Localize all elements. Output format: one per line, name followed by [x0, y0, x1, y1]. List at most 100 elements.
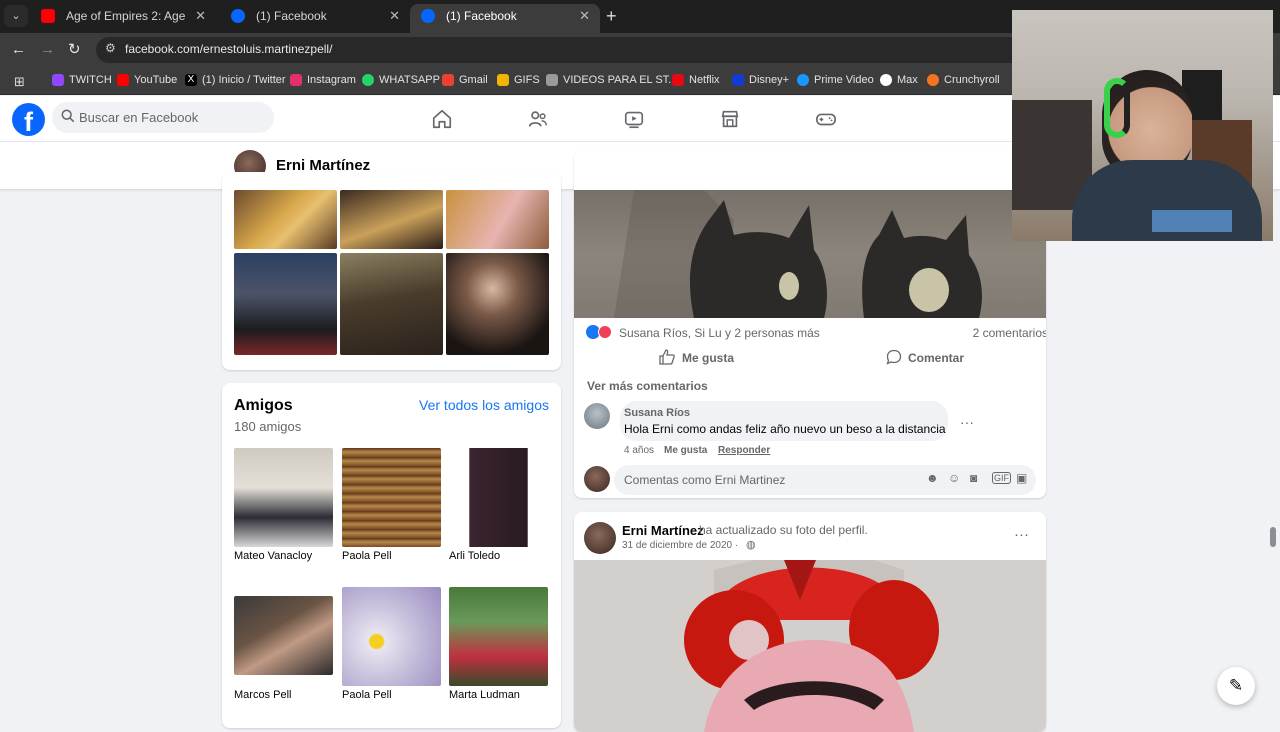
marketplace-icon[interactable] — [719, 108, 741, 130]
youtube-icon — [41, 9, 55, 23]
facebook-icon — [231, 9, 245, 23]
close-tab-icon[interactable]: ✕ — [195, 4, 206, 28]
gif-icon[interactable]: GIF — [992, 472, 1011, 484]
bookmark-twitch[interactable]: TWITCH — [52, 73, 112, 87]
friends-title: Amigos — [234, 397, 293, 414]
tab-title: (1) Facebook — [256, 9, 327, 23]
bookmark-disney[interactable]: Disney+ — [732, 73, 789, 87]
see-all-friends-link[interactable]: Ver todos los amigos — [419, 397, 549, 413]
bookmark-gmail[interactable]: Gmail — [442, 73, 488, 87]
photo-thumbnail[interactable] — [234, 253, 337, 355]
post-options-icon[interactable]: ··· — [1014, 526, 1029, 543]
tab-facebook-2[interactable]: (1) Facebook ✕ — [410, 4, 600, 33]
more-comments-link[interactable]: Ver más comentarios — [587, 379, 708, 393]
friends-count: 180 amigos — [234, 419, 302, 434]
friend-photo[interactable] — [449, 587, 548, 686]
like-button[interactable]: Me gusta — [659, 348, 749, 368]
address-bar[interactable]: ⚙ facebook.com/ernestoluis.martinezpell/ — [96, 37, 1036, 63]
comment-reply-link[interactable]: Responder — [718, 445, 770, 456]
scrollbar-thumb[interactable] — [1270, 527, 1276, 547]
comment-author[interactable]: Susana Ríos — [624, 407, 690, 419]
facebook-logo[interactable]: f — [12, 103, 45, 137]
bookmark-label: TWITCH — [69, 74, 112, 86]
facebook-icon — [421, 9, 435, 23]
comment-text: Hola Erni como andas feliz año nuevo un … — [624, 422, 946, 436]
friend-name[interactable]: Paola Pell — [342, 550, 392, 562]
bookmark-youtube[interactable]: YouTube — [117, 73, 177, 87]
bookmark-whatsapp[interactable]: WHATSAPP — [362, 73, 440, 87]
comment-icon — [886, 349, 902, 365]
post-image[interactable] — [574, 190, 1046, 318]
post-author[interactable]: Erni Martínez — [622, 523, 704, 538]
commenter-avatar[interactable] — [584, 403, 610, 429]
bookmark-label: Netflix — [689, 74, 720, 86]
bookmark-videos[interactable]: VIDEOS PARA EL ST... — [546, 73, 677, 87]
video-icon[interactable] — [623, 108, 645, 130]
comment-time[interactable]: 4 años — [624, 445, 654, 456]
bookmark-label: YouTube — [134, 74, 178, 86]
forward-icon[interactable]: → — [40, 40, 55, 60]
bookmark-gifs[interactable]: GIFS — [497, 73, 540, 87]
emoji-icon[interactable]: ☺ — [948, 471, 960, 485]
bookmark-label: WHATSAPP — [379, 74, 440, 86]
friend-photo[interactable] — [234, 596, 333, 675]
avatar-sticker-icon[interactable]: ☻ — [926, 471, 939, 485]
tab-facebook-1[interactable]: (1) Facebook ✕ — [220, 4, 410, 33]
comment-like-link[interactable]: Me gusta — [664, 445, 707, 456]
new-tab-button[interactable]: + — [606, 6, 617, 26]
search-box[interactable]: Buscar en Facebook — [52, 102, 274, 133]
friend-photo[interactable] — [342, 587, 441, 686]
friend-name[interactable]: Marta Ludman — [449, 689, 520, 701]
bookmark-instagram[interactable]: Instagram — [290, 73, 356, 87]
tab-search-button[interactable]: ⌄ — [4, 5, 28, 27]
photo-thumbnail[interactable] — [340, 253, 443, 355]
friends-icon[interactable] — [527, 108, 549, 130]
home-icon[interactable] — [431, 108, 453, 130]
sticker-icon[interactable]: ▣ — [1016, 471, 1027, 485]
cat-illustration — [614, 190, 982, 318]
apps-grid-icon[interactable]: ⊞ — [14, 74, 25, 90]
reactions-text[interactable]: Susana Ríos, Si Lu y 2 personas más — [619, 326, 820, 340]
friend-name[interactable]: Marcos Pell — [234, 689, 291, 701]
friend-name[interactable]: Mateo Vanacloy — [234, 550, 312, 562]
bookmark-netflix[interactable]: Netflix — [672, 73, 720, 87]
bookmark-label: Gmail — [459, 74, 488, 86]
own-avatar[interactable] — [584, 466, 610, 492]
photo-thumbnail[interactable] — [340, 190, 443, 249]
back-icon[interactable]: ← — [11, 40, 26, 60]
gmail-icon — [442, 74, 454, 86]
reload-icon[interactable]: ↻ — [68, 40, 81, 60]
tab-title: Age of Empires 2: Age of Kings — [66, 9, 186, 23]
friend-name[interactable]: Paola Pell — [342, 689, 392, 701]
site-info-icon[interactable]: ⚙ — [105, 41, 116, 55]
post-image[interactable] — [574, 560, 1046, 732]
friend-photo[interactable] — [342, 448, 441, 547]
photos-card — [222, 172, 561, 370]
write-comment-placeholder: Comentas como Erni Martinez — [624, 473, 786, 487]
comment-options-icon[interactable]: ··· — [960, 414, 974, 430]
photo-thumbnail[interactable] — [234, 190, 337, 249]
tab-age-of-empires[interactable]: Age of Empires 2: Age of Kings ✕ — [30, 4, 216, 33]
love-reaction-icon — [598, 325, 612, 339]
photo-thumbnail[interactable] — [446, 190, 549, 249]
close-tab-icon[interactable]: ✕ — [389, 4, 400, 28]
write-comment-input[interactable]: Comentas como Erni Martinez ☻ ☺ ◙ GIF ▣ — [614, 465, 1036, 495]
post-date[interactable]: 31 de diciembre de 2020 · — [622, 540, 738, 551]
comments-count[interactable]: 2 comentarios — [973, 326, 1046, 340]
bookmark-label: Crunchyroll — [944, 74, 1000, 86]
comment-button[interactable]: Comentar — [886, 348, 986, 368]
bookmark-max[interactable]: Max — [880, 73, 918, 87]
camera-icon[interactable]: ◙ — [970, 471, 977, 485]
close-tab-icon[interactable]: ✕ — [579, 4, 590, 28]
friend-photo[interactable] — [449, 448, 548, 547]
friend-photo[interactable] — [234, 448, 333, 547]
photo-thumbnail[interactable] — [446, 253, 549, 355]
bookmark-crunchyroll[interactable]: Crunchyroll — [927, 73, 1000, 87]
bookmark-twitter[interactable]: X (1) Inicio / Twitter — [185, 73, 286, 87]
bookmark-prime[interactable]: Prime Video — [797, 73, 874, 87]
friend-name[interactable]: Arli Toledo — [449, 550, 500, 562]
gaming-icon[interactable] — [815, 108, 837, 130]
new-message-button[interactable]: ✎ — [1217, 667, 1255, 705]
bookmark-label: Prime Video — [814, 74, 874, 86]
author-avatar[interactable] — [584, 522, 616, 554]
